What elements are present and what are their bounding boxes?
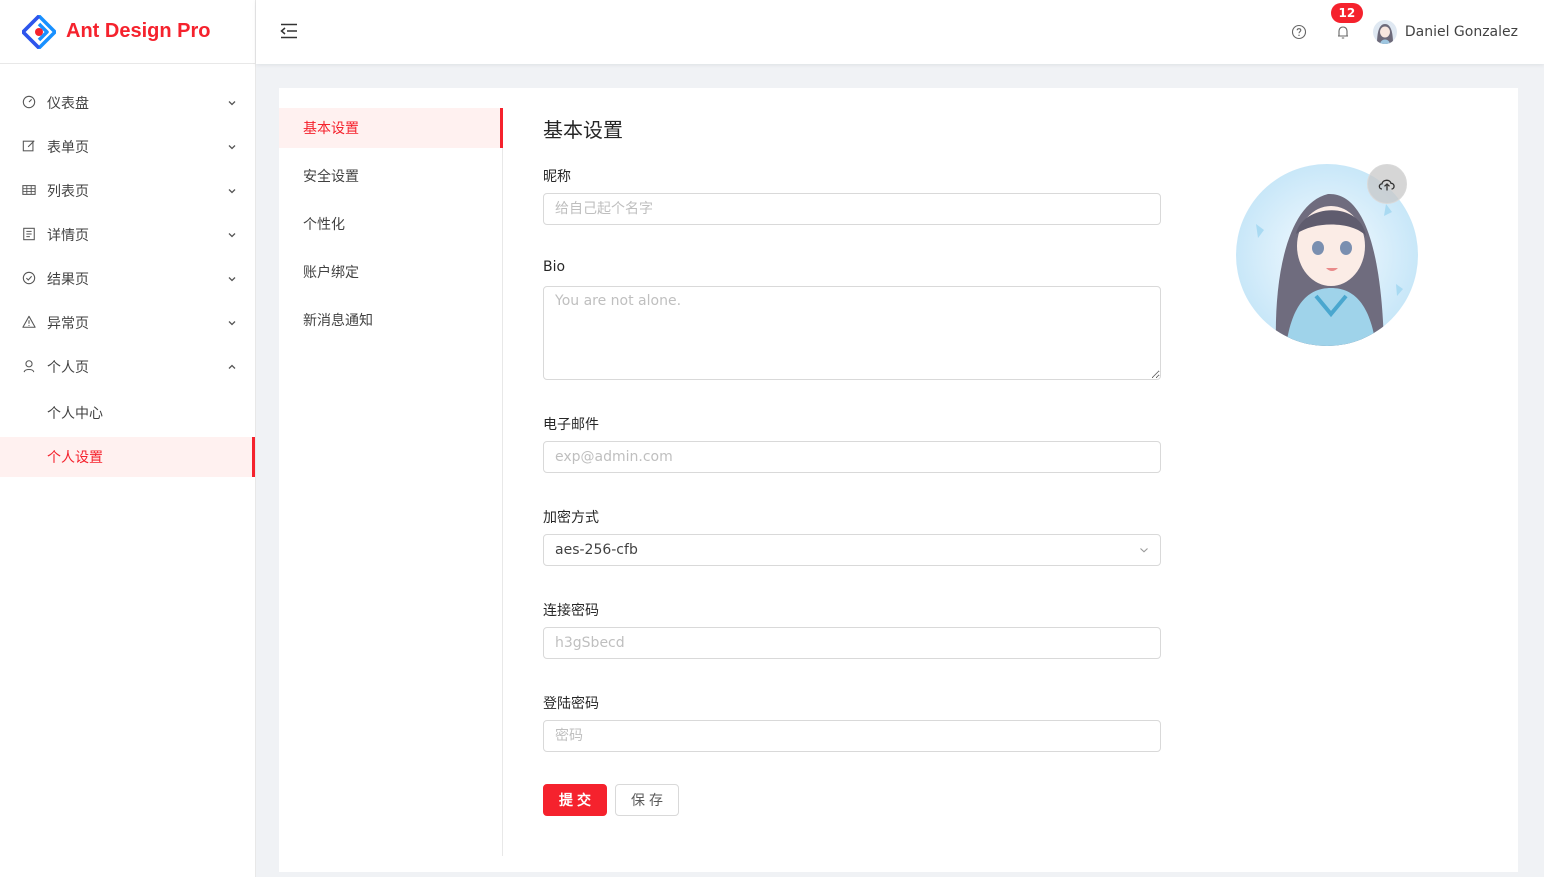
- settings-tab-security[interactable]: 安全设置: [279, 156, 502, 196]
- bio-textarea[interactable]: [543, 286, 1161, 380]
- chevron-down-icon: [227, 318, 237, 328]
- chevron-down-icon: [227, 274, 237, 284]
- chevron-down-icon: [1139, 545, 1149, 555]
- submit-button[interactable]: 提交: [543, 784, 607, 816]
- email-input[interactable]: [543, 441, 1161, 473]
- encryption-label: 加密方式: [543, 510, 599, 526]
- cloud-upload-icon: [1378, 179, 1395, 191]
- chevron-down-icon: [227, 142, 237, 152]
- sidebar-item-label: 列表页: [47, 184, 89, 200]
- top-header: 12 Daniel Gonzalez: [256, 0, 1544, 64]
- warning-icon: [22, 315, 38, 331]
- upload-avatar-button[interactable]: [1367, 164, 1407, 204]
- chevron-down-icon: [227, 98, 237, 108]
- connection-password-input[interactable]: [543, 627, 1161, 659]
- connection-password-label: 连接密码: [543, 603, 599, 619]
- avatar[interactable]: [1372, 20, 1397, 44]
- main-menu: 仪表盘 表单页 列表页 详情页 结果页 异常页 个人页 个人中心 个人设置: [0, 64, 255, 477]
- chevron-up-icon: [227, 362, 237, 372]
- sidebar-item-label: 异常页: [47, 316, 89, 332]
- menu-fold-icon[interactable]: [280, 22, 298, 40]
- settings-tab-basic[interactable]: 基本设置: [279, 108, 503, 148]
- ant-design-logo-icon: [22, 14, 56, 49]
- nickname-input[interactable]: [543, 193, 1161, 225]
- bell-icon: [1337, 26, 1348, 39]
- sidebar-item-form[interactable]: 表单页: [0, 125, 255, 169]
- table-icon: [22, 183, 38, 199]
- header-actions: 12 Daniel Gonzalez: [1291, 0, 1518, 64]
- user-icon: [22, 359, 38, 375]
- chevron-down-icon: [227, 230, 237, 240]
- notification-bell[interactable]: 12: [1330, 3, 1363, 40]
- sidebar-item-exception[interactable]: 异常页: [0, 301, 255, 345]
- settings-tab-binding[interactable]: 账户绑定: [279, 252, 502, 292]
- profile-icon: [22, 227, 38, 243]
- sidebar-item-label: 结果页: [47, 272, 89, 288]
- sidebar-item-label: 仪表盘: [47, 96, 89, 112]
- username[interactable]: Daniel Gonzalez: [1405, 24, 1518, 40]
- bio-label: Bio: [543, 259, 566, 275]
- page-title: 基本设置: [543, 118, 623, 142]
- sidebar-item-label: 表单页: [47, 140, 89, 156]
- login-password-input[interactable]: [543, 720, 1161, 752]
- sidebar-item-account[interactable]: 个人页: [0, 345, 255, 389]
- nickname-label: 昵称: [543, 169, 571, 185]
- logo[interactable]: Ant Design Pro: [0, 0, 255, 64]
- sidebar-item-dashboard[interactable]: 仪表盘: [0, 81, 255, 125]
- sidebar-item-result[interactable]: 结果页: [0, 257, 255, 301]
- encryption-value: aes-256-cfb: [555, 542, 638, 558]
- app-title: Ant Design Pro: [66, 20, 211, 42]
- settings-tab-notification[interactable]: 新消息通知: [279, 300, 502, 340]
- sidebar-item-label: 个人页: [47, 360, 89, 376]
- form-icon: [22, 139, 38, 155]
- email-label: 电子邮件: [543, 417, 599, 433]
- dashboard-icon: [22, 95, 38, 111]
- chevron-down-icon: [227, 186, 237, 196]
- sidebar-item-list[interactable]: 列表页: [0, 169, 255, 213]
- settings-tab-custom[interactable]: 个性化: [279, 204, 502, 244]
- settings-card: 基本设置 安全设置 个性化 账户绑定 新消息通知 基本设置 昵称 Bio 电子邮…: [279, 88, 1518, 872]
- question-circle-icon[interactable]: [1291, 24, 1307, 40]
- encryption-select[interactable]: aes-256-cfb: [543, 534, 1161, 566]
- notification-count-badge: 12: [1330, 3, 1363, 23]
- login-password-label: 登陆密码: [543, 696, 599, 712]
- check-circle-icon: [22, 271, 38, 287]
- sidebar-item-label: 详情页: [47, 228, 89, 244]
- sidebar-subitem-account-settings[interactable]: 个人设置: [0, 437, 255, 477]
- settings-menu: 基本设置 安全设置 个性化 账户绑定 新消息通知: [279, 108, 503, 856]
- sidebar: Ant Design Pro 仪表盘 表单页 列表页 详情页 结果页 异常页 个…: [0, 0, 256, 877]
- save-button[interactable]: 保存: [615, 784, 679, 816]
- sidebar-subitem-account-center[interactable]: 个人中心: [0, 393, 255, 433]
- sidebar-item-profile[interactable]: 详情页: [0, 213, 255, 257]
